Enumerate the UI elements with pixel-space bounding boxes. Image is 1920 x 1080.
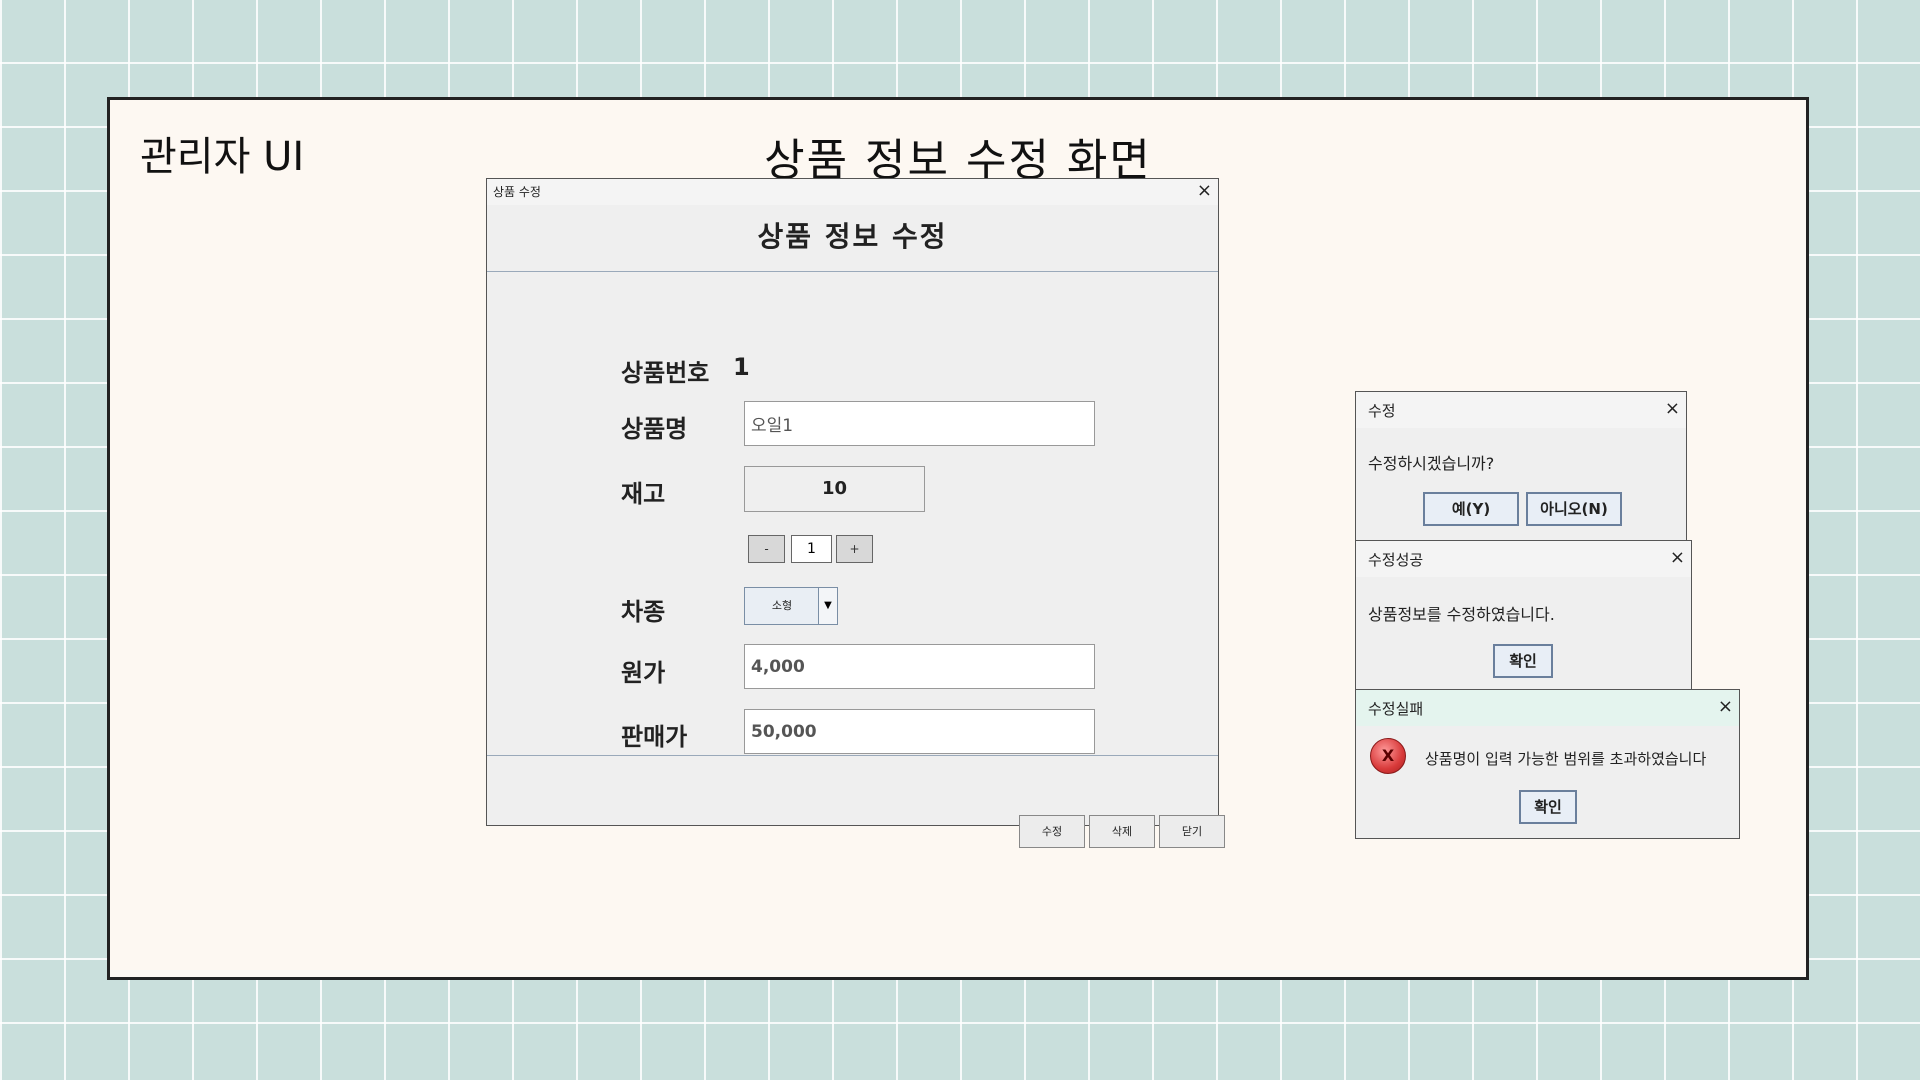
dialog-titlebar: 수정성공 ×: [1356, 541, 1691, 577]
footer-divider: [487, 755, 1218, 756]
no-button[interactable]: 아니오(N): [1526, 492, 1622, 526]
stock-value: 10: [744, 466, 925, 512]
car-type-label: 차종: [621, 598, 666, 626]
cost-input[interactable]: [744, 644, 1095, 689]
dialog-message: 상품정보를 수정하였습니다.: [1368, 605, 1555, 624]
dialog-titlebar: 수정 ×: [1356, 392, 1686, 428]
product-edit-window: 상품 수정 × 상품 정보 수정 상품번호 1 상품명 재고 10 - 1 + …: [486, 178, 1225, 848]
ok-button[interactable]: 확인: [1519, 790, 1577, 824]
yes-button[interactable]: 예(Y): [1423, 492, 1519, 526]
page-title: 상품 정보 수정: [487, 205, 1218, 272]
car-type-value: 소형: [771, 599, 793, 612]
product-name-label: 상품명: [621, 415, 688, 443]
stock-label: 재고: [621, 480, 666, 508]
ok-button[interactable]: 확인: [1493, 644, 1553, 678]
window-title: 상품 수정: [493, 185, 541, 199]
error-dialog: 수정실패 × X 상품명이 입력 가능한 범위를 초과하였습니다 확인: [1355, 689, 1740, 839]
product-no-label: 상품번호: [621, 359, 710, 387]
close-icon[interactable]: ×: [1670, 547, 1685, 569]
delete-button[interactable]: 삭제: [1089, 815, 1155, 848]
price-label: 판매가: [621, 723, 688, 751]
close-icon[interactable]: ×: [1718, 696, 1733, 718]
dialog-titlebar: 수정실패 ×: [1356, 690, 1739, 726]
window-titlebar: 상품 수정 ×: [487, 179, 1218, 205]
chevron-down-icon[interactable]: ▼: [818, 588, 837, 624]
product-no-value: 1: [733, 353, 750, 381]
confirm-dialog: 수정 × 수정하시겠습니까? 예(Y) 아니오(N): [1355, 391, 1687, 541]
edit-button[interactable]: 수정: [1019, 815, 1085, 848]
dialog-message: 수정하시겠습니까?: [1368, 454, 1495, 473]
price-input[interactable]: [744, 709, 1095, 754]
close-icon[interactable]: ×: [1197, 180, 1212, 202]
stock-plus-button[interactable]: +: [836, 535, 873, 563]
stock-step-input[interactable]: 1: [791, 535, 832, 563]
dialog-title: 수정성공: [1368, 551, 1424, 569]
close-icon[interactable]: ×: [1665, 398, 1680, 420]
dialog-title: 수정실패: [1368, 700, 1424, 718]
cost-label: 원가: [621, 659, 666, 687]
stock-minus-button[interactable]: -: [748, 535, 785, 563]
error-icon: X: [1370, 738, 1406, 774]
product-name-input[interactable]: [744, 401, 1095, 446]
dialog-message: 상품명이 입력 가능한 범위를 초과하였습니다: [1425, 750, 1707, 768]
car-type-select[interactable]: 소형 ▼: [744, 587, 838, 625]
dialog-title: 수정: [1368, 402, 1396, 420]
success-dialog: 수정성공 × 상품정보를 수정하였습니다. 확인: [1355, 540, 1692, 690]
close-button[interactable]: 닫기: [1159, 815, 1225, 848]
